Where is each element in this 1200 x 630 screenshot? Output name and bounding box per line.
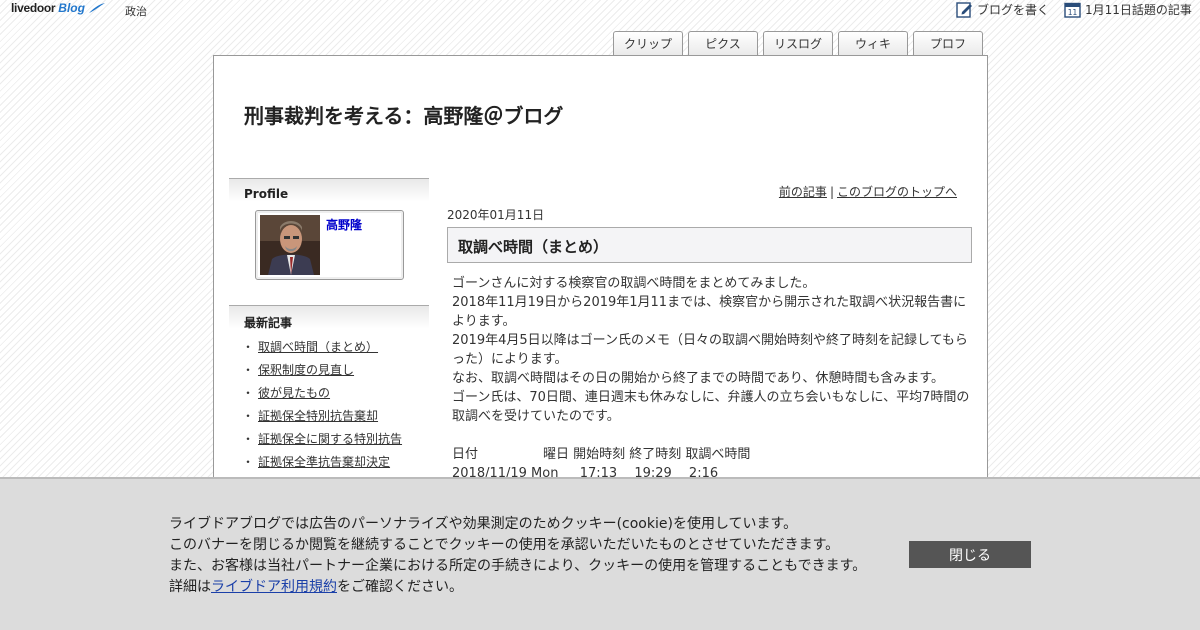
list-item: ・証拠保全特別抗告棄却	[242, 409, 379, 423]
feather-icon	[89, 3, 106, 13]
terms-link[interactable]: ライブドア利用規約	[211, 579, 337, 595]
recent-article-link[interactable]: 取調べ時間（まとめ）	[258, 340, 378, 354]
post-paragraph: なお、取調べ時間はその日の開始から終了までの時間であり、休憩時間も含みます。	[452, 371, 945, 386]
post-paragraph: ゴーンさんに対する検察官の取調べ時間をまとめてみました。	[452, 276, 816, 291]
post-date: 2020年01月11日	[447, 208, 545, 222]
write-blog-link[interactable]: ブログを書く	[956, 1, 1049, 18]
cookie-line: このバナーを閉じるか閲覧を継続することでクッキーの使用を承認いただいたものとさせ…	[169, 537, 840, 553]
profile-heading: Profile	[229, 178, 429, 202]
recent-article-link[interactable]: 証拠保全準抗告棄却決定	[258, 455, 390, 469]
list-item: ・保釈制度の見直し	[242, 363, 355, 377]
post-title: 取調べ時間（まとめ）	[447, 227, 972, 263]
calendar-icon: 11	[1064, 2, 1081, 18]
post-body: ゴーンさんに対する検察官の取調べ時間をまとめてみました。 2018年11月19日…	[452, 274, 972, 426]
recent-article-link[interactable]: 保釈制度の見直し	[258, 363, 354, 377]
recent-heading: 最新記事	[229, 305, 429, 330]
list-item: ・取調べ時間（まとめ）	[242, 340, 379, 354]
top-bar: livedoor Blog 政治 ブログを書く 11 1月11日話題の記事	[0, 0, 1200, 22]
pencil-icon	[956, 2, 972, 18]
logo-text: livedoor	[11, 1, 56, 15]
cookie-detail-suffix: をご確認ください。	[337, 579, 463, 595]
recent-article-link[interactable]: 証拠保全特別抗告棄却	[258, 409, 378, 423]
cookie-message: ライブドアブログでは広告のパーソナライズや効果測定のためクッキー(cookie)…	[169, 514, 866, 598]
cookie-detail-prefix: 詳細は	[169, 579, 211, 595]
recent-article-link[interactable]: 彼が見たもの	[258, 386, 330, 400]
cookie-line: 詳細はライブドア利用規約をご確認ください。	[169, 577, 866, 598]
logo-sub: Blog	[58, 1, 85, 15]
post-paragraph: 2018年11月19日から2019年1月11までは、検察官から開示された取調べ状…	[452, 295, 967, 329]
list-item: ・証拠保全準抗告棄却決定	[242, 455, 391, 469]
write-blog-label: ブログを書く	[977, 3, 1050, 17]
tab-rislog[interactable]: リスログ	[763, 31, 833, 56]
tab-prof[interactable]: プロフ	[913, 31, 983, 56]
post-paragraph: 2019年4月5日以降はゴーン氏のメモ（日々の取調べ開始時刻や終了時刻を記録して…	[452, 333, 968, 367]
close-banner-button[interactable]: 閉じる	[909, 541, 1031, 568]
cookie-line: ライブドアブログでは広告のパーソナライズや効果測定のためクッキー(cookie)…	[169, 516, 798, 532]
tab-clip[interactable]: クリップ	[613, 31, 683, 56]
topic-articles-label: 1月11日話題の記事	[1085, 3, 1192, 17]
topic-articles-link[interactable]: 11 1月11日話題の記事	[1064, 1, 1192, 18]
table-header: 日付 曜日 開始時刻 終了時刻 取調べ時間	[452, 447, 751, 462]
livedoor-blog-logo[interactable]: livedoor Blog	[11, 1, 106, 15]
list-item: ・証拠保全に関する特別抗告	[242, 432, 403, 446]
cookie-line: また、お客様は当社パートナー企業における所定の手続きにより、クッキーの使用を管理…	[169, 558, 867, 574]
blog-title[interactable]: 刑事裁判を考える：高野隆＠ブログ	[244, 100, 563, 129]
service-tabs: クリップ ピクス リスログ ウィキ プロフ	[613, 31, 983, 56]
category-label[interactable]: 政治	[125, 3, 147, 19]
tab-wiki[interactable]: ウィキ	[838, 31, 908, 56]
prev-article-link[interactable]: 前の記事	[779, 185, 827, 199]
list-item: ・彼が見たもの	[242, 386, 331, 400]
profile-name-link[interactable]: 高野隆	[326, 216, 362, 233]
nav-separator: |	[829, 185, 834, 199]
recent-articles-list: ・取調べ時間（まとめ） ・保釈制度の見直し ・彼が見たもの ・証拠保全特別抗告棄…	[242, 338, 402, 476]
blog-top-link[interactable]: このブログのトップへ	[837, 185, 957, 199]
recent-article-link[interactable]: 証拠保全に関する特別抗告	[258, 432, 402, 446]
tab-pics[interactable]: ピクス	[688, 31, 758, 56]
article-nav: 前の記事 | このブログのトップへ	[779, 183, 957, 200]
cookie-banner: ライブドアブログでは広告のパーソナライズや効果測定のためクッキー(cookie)…	[0, 477, 1200, 630]
profile-card: 高野隆	[255, 210, 404, 280]
avatar[interactable]	[260, 215, 320, 275]
svg-text:11: 11	[1068, 8, 1078, 17]
post-paragraph: ゴーン氏は、70日間、連日週末も休みなしに、弁護人の立ち会いもなしに、平均7時間…	[452, 390, 970, 424]
